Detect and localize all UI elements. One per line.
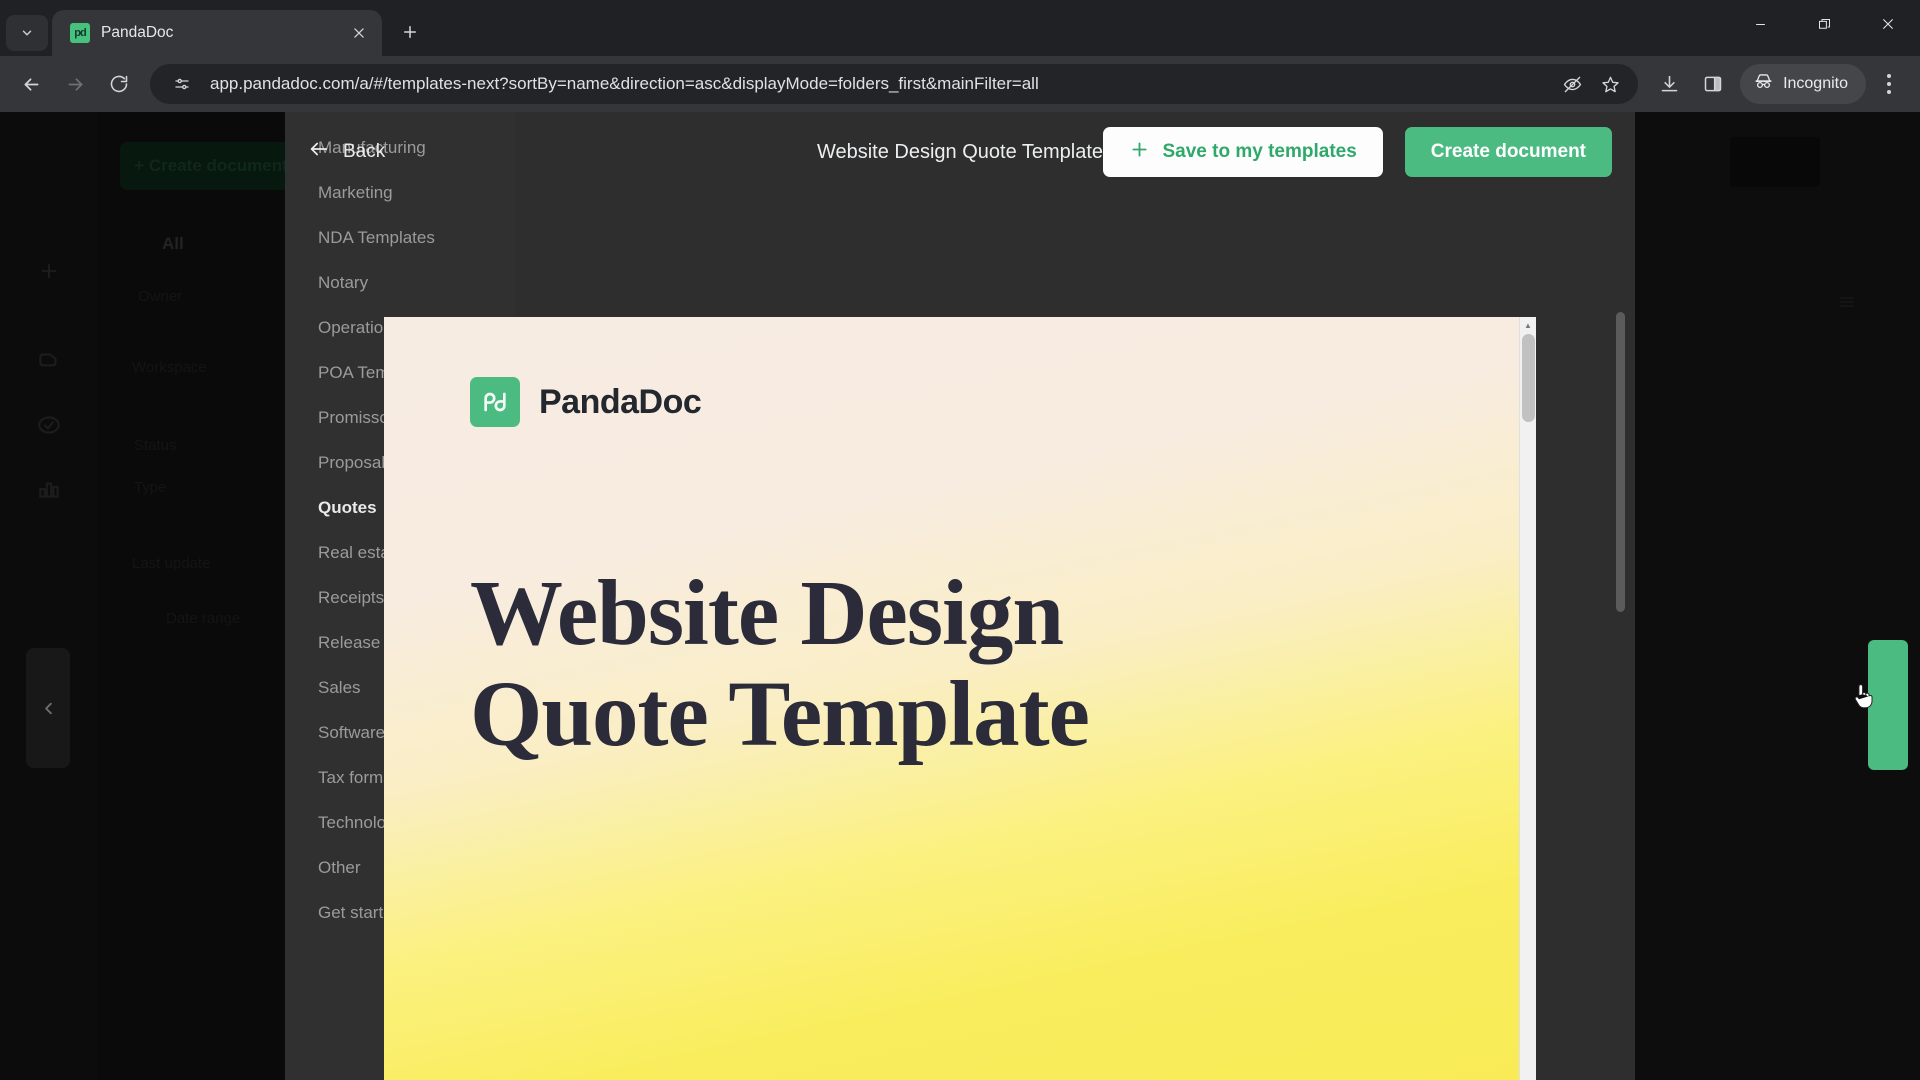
- list-item[interactable]: NDA Templates: [285, 215, 515, 260]
- save-to-my-templates-button[interactable]: Save to my templates: [1103, 127, 1383, 177]
- document-scrollbar[interactable]: ▲ ▼: [1519, 317, 1536, 1080]
- browser-tab[interactable]: pd PandaDoc: [52, 10, 382, 56]
- pandadoc-favicon: pd: [70, 23, 90, 43]
- incognito-badge[interactable]: Incognito: [1740, 64, 1866, 104]
- page-content: + Create document All Owner Workspace St…: [0, 112, 1920, 1080]
- document-title-line-2: Quote Template: [470, 663, 1090, 767]
- document-title-line-1: Website Design: [470, 562, 1064, 665]
- list-item[interactable]: Notary: [285, 260, 515, 305]
- back-button[interactable]: Back: [308, 138, 385, 166]
- feedback-side-tab[interactable]: [1868, 640, 1908, 770]
- browser-window: pd PandaDoc app.pandadoc.com/a/#/templat…: [0, 0, 1920, 1080]
- pandadoc-logo-icon: [470, 377, 520, 427]
- template-preview-modal: Manufacturing Marketing NDA Templates No…: [285, 112, 1635, 1080]
- save-label: Save to my templates: [1162, 141, 1357, 162]
- incognito-label: Incognito: [1783, 75, 1848, 92]
- modal-scrollbar-thumb[interactable]: [1616, 312, 1625, 612]
- download-icon[interactable]: [1648, 63, 1690, 105]
- tab-title: PandaDoc: [101, 24, 174, 41]
- modal-actions: Save to my templates Create document: [1103, 127, 1612, 177]
- close-icon[interactable]: [346, 20, 372, 46]
- minimize-icon[interactable]: [1728, 0, 1792, 48]
- address-bar[interactable]: app.pandadoc.com/a/#/templates-next?sort…: [150, 64, 1639, 104]
- eye-off-icon[interactable]: [1556, 68, 1588, 100]
- reload-icon[interactable]: [98, 63, 140, 105]
- back-label: Back: [343, 141, 386, 162]
- document-page: PandaDoc Website Design Quote Template: [384, 317, 1519, 1080]
- arrow-right-icon[interactable]: [54, 63, 96, 105]
- incognito-icon: [1753, 71, 1774, 97]
- window-controls: [1728, 0, 1920, 48]
- new-tab-button[interactable]: [392, 14, 428, 50]
- star-icon[interactable]: [1594, 68, 1626, 100]
- modal-scrollbar[interactable]: [1616, 312, 1625, 792]
- document-title: Website Design Quote Template: [470, 563, 1519, 766]
- scroll-up-icon[interactable]: ▲: [1520, 317, 1536, 334]
- arrow-left-icon: [308, 138, 330, 166]
- arrow-left-icon[interactable]: [10, 63, 52, 105]
- plus-icon: [1129, 139, 1150, 166]
- window-close-icon[interactable]: [1856, 0, 1920, 48]
- modal-header: Back Website Design Quote Template Save …: [285, 112, 1635, 192]
- tab-strip: pd PandaDoc: [0, 0, 1920, 56]
- pandadoc-logo: PandaDoc: [470, 377, 1519, 427]
- browser-toolbar: app.pandadoc.com/a/#/templates-next?sort…: [0, 56, 1920, 112]
- url-text: app.pandadoc.com/a/#/templates-next?sort…: [210, 74, 1039, 93]
- scrollbar-thumb[interactable]: [1522, 334, 1535, 422]
- site-settings-icon[interactable]: [166, 68, 198, 100]
- kebab-menu-icon[interactable]: [1868, 63, 1910, 105]
- document-preview[interactable]: PandaDoc Website Design Quote Template ▲: [384, 317, 1536, 1080]
- create-document-button[interactable]: Create document: [1404, 127, 1612, 177]
- pandadoc-brand-name: PandaDoc: [539, 382, 702, 421]
- restore-icon[interactable]: [1792, 0, 1856, 48]
- tab-search-icon[interactable]: [6, 15, 48, 51]
- side-panel-icon[interactable]: [1692, 63, 1734, 105]
